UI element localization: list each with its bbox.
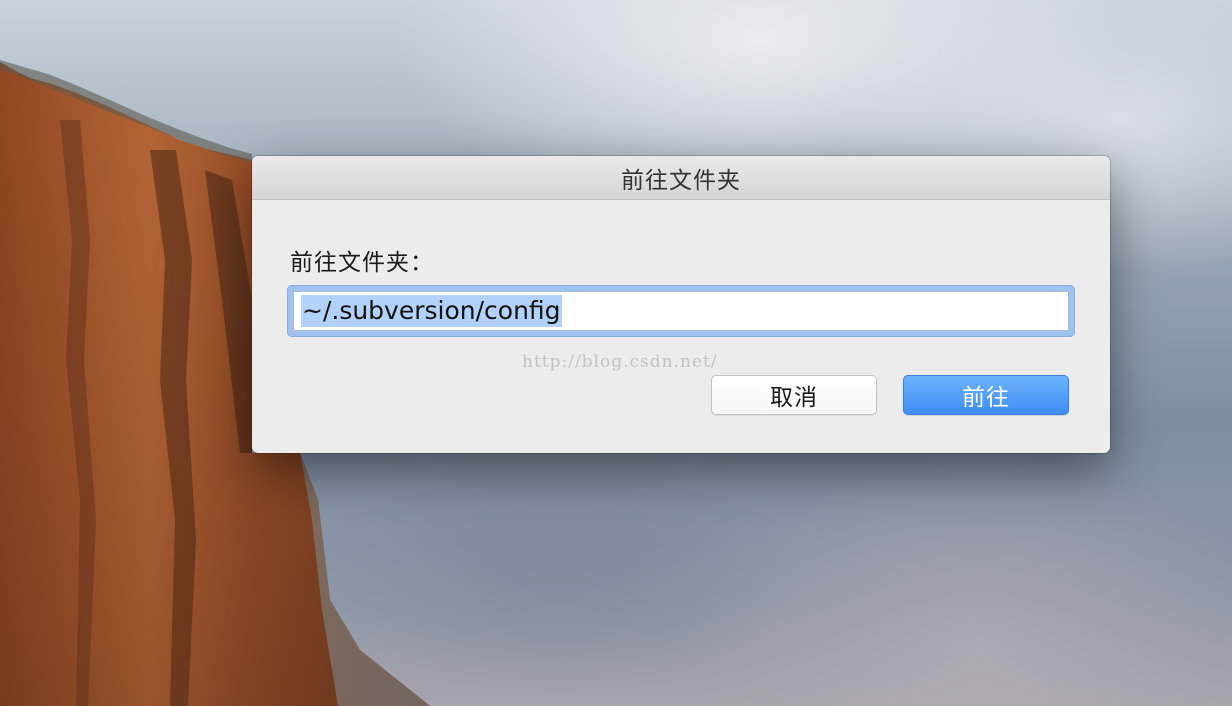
folder-path-input[interactable]: ~/.subversion/config xyxy=(293,291,1069,331)
go-button[interactable]: 前往 xyxy=(903,375,1069,415)
go-to-folder-label: 前往文件夹： xyxy=(290,250,434,276)
dialog-title: 前往文件夹 xyxy=(621,167,741,194)
dialog-titlebar[interactable]: 前往文件夹 xyxy=(252,156,1110,200)
path-field-focus-ring: ~/.subversion/config xyxy=(287,285,1075,337)
folder-path-value: ~/.subversion/config xyxy=(301,295,562,327)
cancel-button[interactable]: 取消 xyxy=(711,375,877,415)
watermark-text: http://blog.csdn.net/ xyxy=(522,352,718,372)
go-to-folder-dialog: 前往文件夹 前往文件夹： ~/.subversion/config http:/… xyxy=(252,156,1110,453)
